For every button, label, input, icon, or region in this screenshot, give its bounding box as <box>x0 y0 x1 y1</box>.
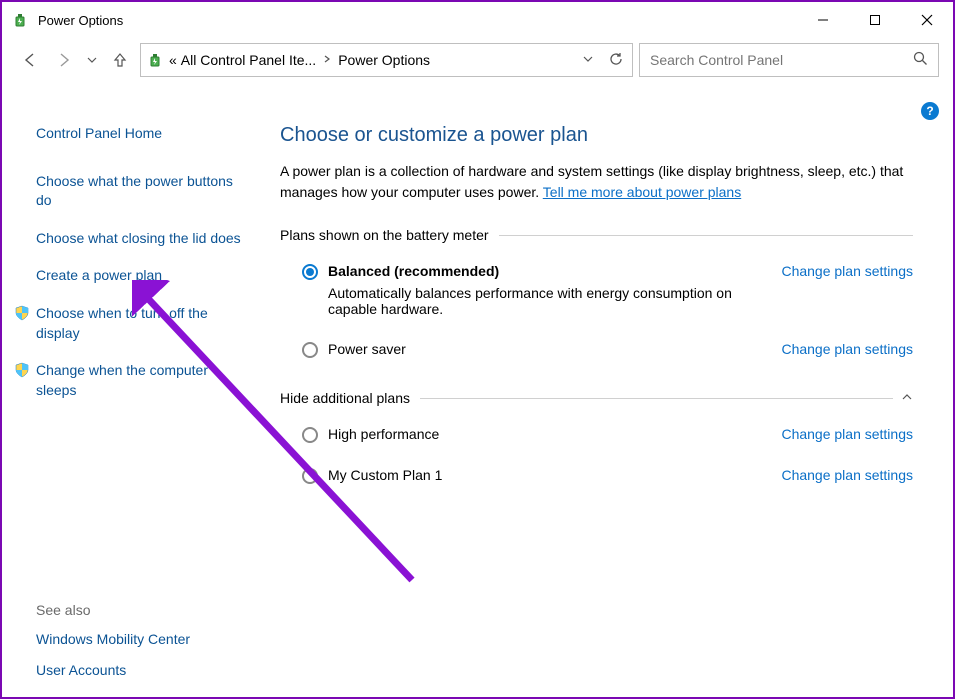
page-heading: Choose or customize a power plan <box>280 124 913 147</box>
up-button[interactable] <box>106 46 134 74</box>
plan-power-saver-row: Power saver Change plan settings <box>280 337 913 362</box>
sidebar-computer-sleeps-link[interactable]: Change when the computer sleeps <box>36 361 242 400</box>
hide-additional-label: Hide additional plans <box>280 390 410 406</box>
breadcrumb-current[interactable]: Power Options <box>338 52 430 68</box>
change-settings-balanced-link[interactable]: Change plan settings <box>781 263 913 279</box>
content: Choose or customize a power plan A power… <box>260 90 953 697</box>
nav-row: « All Control Panel Ite... Power Options <box>2 38 953 82</box>
breadcrumb-battery-icon <box>147 51 165 69</box>
window-title: Power Options <box>38 13 123 28</box>
plans-shown-label: Plans shown on the battery meter <box>280 227 489 243</box>
back-button[interactable] <box>16 46 44 74</box>
refresh-button[interactable] <box>608 51 624 70</box>
sidebar-closing-lid-link[interactable]: Choose what closing the lid does <box>36 229 242 249</box>
search-icon[interactable] <box>913 51 928 69</box>
chevron-right-icon[interactable] <box>320 54 334 66</box>
recent-dropdown-button[interactable] <box>84 46 100 74</box>
app-battery-icon <box>12 11 30 29</box>
plan-balanced-name: Balanced (recommended) <box>328 263 761 279</box>
hide-additional-header[interactable]: Hide additional plans <box>280 390 913 406</box>
plan-high-performance-name: High performance <box>328 426 761 442</box>
plan-balanced-desc: Automatically balances performance with … <box>328 285 761 317</box>
address-bar[interactable]: « All Control Panel Ite... Power Options <box>140 43 633 77</box>
divider-line <box>420 398 893 399</box>
see-also-user-accounts-link[interactable]: User Accounts <box>36 661 242 681</box>
plans-shown-header: Plans shown on the battery meter <box>280 227 913 243</box>
maximize-button[interactable] <box>849 2 901 38</box>
plan-custom-name: My Custom Plan 1 <box>328 467 761 483</box>
plan-power-saver-name: Power saver <box>328 341 761 357</box>
see-also-mobility-link[interactable]: Windows Mobility Center <box>36 630 242 650</box>
breadcrumb-parent[interactable]: All Control Panel Ite... <box>181 52 316 68</box>
intro-paragraph: A power plan is a collection of hardware… <box>280 161 913 203</box>
chevron-up-icon[interactable] <box>901 391 913 406</box>
divider-line <box>499 235 913 236</box>
forward-button[interactable] <box>50 46 78 74</box>
see-also-section: See also Windows Mobility Center User Ac… <box>36 602 242 687</box>
see-also-label: See also <box>36 602 242 618</box>
change-settings-high-performance-link[interactable]: Change plan settings <box>781 426 913 442</box>
window-controls <box>797 2 953 38</box>
close-button[interactable] <box>901 2 953 38</box>
sidebar-turn-off-display-link[interactable]: Choose when to turn off the display <box>36 304 242 343</box>
search-input[interactable] <box>650 52 913 68</box>
address-dropdown-button[interactable] <box>582 53 594 68</box>
title-bar: Power Options <box>2 2 953 38</box>
plan-custom-row: My Custom Plan 1 Change plan settings <box>280 463 913 488</box>
plan-high-performance-row: High performance Change plan settings <box>280 422 913 447</box>
control-panel-home-link[interactable]: Control Panel Home <box>36 124 242 144</box>
tell-me-more-link[interactable]: Tell me more about power plans <box>543 184 741 200</box>
sidebar-create-plan-link[interactable]: Create a power plan <box>36 266 242 286</box>
sidebar-power-buttons-link[interactable]: Choose what the power buttons do <box>36 172 242 211</box>
plan-custom-radio[interactable] <box>302 468 318 484</box>
breadcrumb-ellipsis[interactable]: « <box>169 52 177 68</box>
plan-balanced-row: Balanced (recommended) Automatically bal… <box>280 259 913 321</box>
plan-high-performance-radio[interactable] <box>302 427 318 443</box>
change-settings-power-saver-link[interactable]: Change plan settings <box>781 341 913 357</box>
sidebar: Control Panel Home Choose what the power… <box>2 90 260 697</box>
plan-power-saver-radio[interactable] <box>302 342 318 358</box>
plan-balanced-radio[interactable] <box>302 264 318 280</box>
change-settings-custom-link[interactable]: Change plan settings <box>781 467 913 483</box>
search-box[interactable] <box>639 43 939 77</box>
minimize-button[interactable] <box>797 2 849 38</box>
